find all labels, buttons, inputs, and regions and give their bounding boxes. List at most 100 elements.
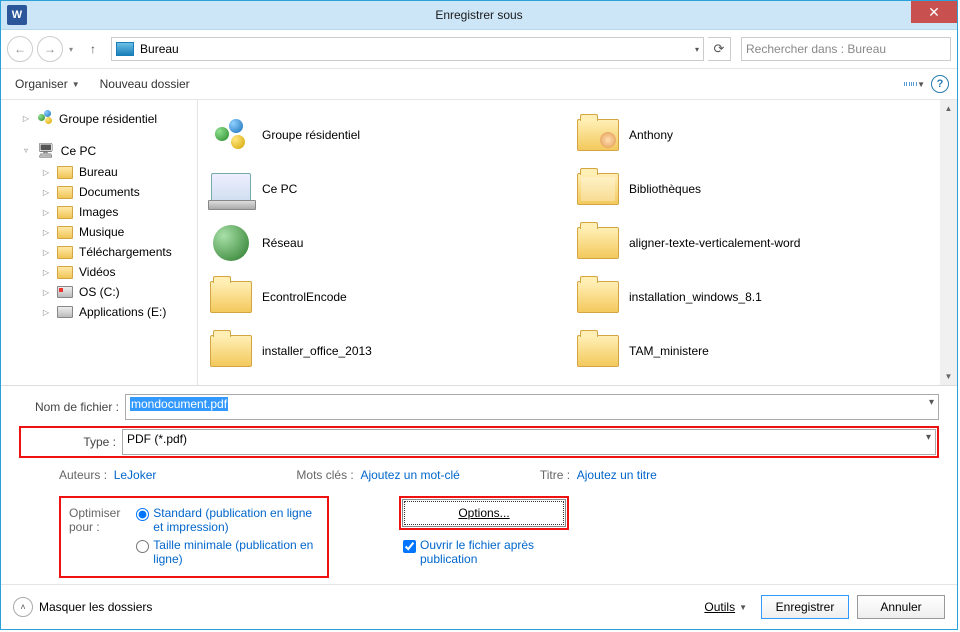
refresh-button[interactable]: ⟳ — [708, 37, 731, 61]
radio-standard-input[interactable] — [136, 508, 149, 521]
folder-icon — [57, 206, 73, 219]
tree-item-telechargements[interactable]: ▷Téléchargements — [1, 242, 197, 262]
tree-label: Bureau — [79, 165, 118, 179]
file-item-network[interactable]: Réseau — [202, 216, 569, 270]
tree-thispc[interactable]: ▿ 🖥 Ce PC — [1, 139, 197, 162]
user-folder-icon — [577, 119, 619, 151]
options-button[interactable]: Options... — [404, 501, 564, 525]
authors-label: Auteurs : — [59, 468, 107, 482]
authors-value[interactable]: LeJoker — [114, 468, 157, 482]
search-input[interactable]: Rechercher dans : Bureau — [741, 37, 951, 61]
address-text: Bureau — [140, 42, 179, 56]
chevron-down-icon: ▼ — [739, 603, 747, 612]
file-item-folder[interactable]: installer_office_2013 — [202, 324, 569, 378]
hide-folders-button[interactable]: ˄ Masquer les dossiers — [13, 597, 152, 617]
open-after-label: Ouvrir le fichier après publication — [420, 538, 560, 566]
filename-row: Nom de fichier : mondocument.pdf — [19, 394, 939, 420]
file-label: installation_windows_8.1 — [629, 290, 762, 304]
address-dropdown-icon[interactable]: ▾ — [695, 45, 699, 54]
collapse-icon: ▿ — [21, 146, 31, 155]
tree-item-musique[interactable]: ▷Musique — [1, 222, 197, 242]
vertical-scrollbar[interactable]: ▲ ▼ — [940, 100, 957, 385]
type-highlight: Type : PDF (*.pdf) — [19, 426, 939, 458]
cancel-button[interactable]: Annuler — [857, 595, 945, 619]
form-area: Nom de fichier : mondocument.pdf Type : … — [1, 386, 957, 584]
open-after-input[interactable] — [403, 540, 416, 553]
tree-item-os-c[interactable]: ▷OS (C:) — [1, 282, 197, 302]
help-button[interactable]: ? — [929, 73, 951, 95]
tree-label: Groupe résidentiel — [59, 112, 157, 126]
explorer-body: ▷ Groupe résidentiel ▿ 🖥 Ce PC ▷Bureau ▷… — [1, 100, 957, 386]
filename-input-wrap: mondocument.pdf — [125, 394, 939, 420]
new-folder-label: Nouveau dossier — [100, 77, 190, 91]
filename-value: mondocument.pdf — [130, 397, 228, 411]
tree-label: Applications (E:) — [79, 305, 166, 319]
file-label: installer_office_2013 — [262, 344, 372, 358]
file-item-folder[interactable]: installation_windows_8.1 — [569, 270, 936, 324]
address-bar[interactable]: Bureau ▾ — [111, 37, 704, 61]
chevron-down-icon: ▼ — [72, 80, 80, 89]
file-label: Groupe résidentiel — [262, 128, 360, 142]
type-combobox[interactable]: PDF (*.pdf) — [122, 429, 936, 455]
view-mode-button[interactable]: ▼ — [903, 73, 925, 95]
optimize-highlight: Optimiser pour : Standard (publication e… — [59, 496, 329, 578]
homegroup-icon — [37, 109, 53, 128]
tree-homegroup[interactable]: ▷ Groupe résidentiel — [1, 106, 197, 131]
tree-label: Vidéos — [79, 265, 115, 279]
close-button[interactable]: ✕ — [911, 1, 957, 23]
scroll-down-icon[interactable]: ▼ — [940, 368, 957, 385]
file-item-folder[interactable]: EcontrolEncode — [202, 270, 569, 324]
file-label: TAM_ministere — [629, 344, 709, 358]
options-area: Optimiser pour : Standard (publication e… — [19, 492, 939, 578]
tree-item-documents[interactable]: ▷Documents — [1, 182, 197, 202]
metadata-row: Auteurs : LeJoker Mots clés : Ajoutez un… — [19, 464, 939, 486]
save-button[interactable]: Enregistrer — [761, 595, 849, 619]
organise-button[interactable]: Organiser ▼ — [7, 74, 88, 94]
file-label: Anthony — [629, 128, 673, 142]
radio-minimal-label: Taille minimale (publication en ligne) — [153, 538, 319, 566]
new-folder-button[interactable]: Nouveau dossier — [92, 74, 198, 94]
pc-icon — [211, 173, 251, 205]
tools-label: Outils — [704, 600, 735, 614]
back-button[interactable]: ← — [7, 36, 33, 62]
organise-label: Organiser — [15, 77, 68, 91]
history-dropdown[interactable]: ▾ — [67, 45, 75, 54]
tree-label: OS (C:) — [79, 285, 120, 299]
file-label: aligner-texte-verticalement-word — [629, 236, 800, 250]
help-icon: ? — [931, 75, 949, 93]
tree-item-videos[interactable]: ▷Vidéos — [1, 262, 197, 282]
folder-icon — [57, 246, 73, 259]
file-item-thispc[interactable]: Ce PC — [202, 162, 569, 216]
radio-standard[interactable]: Standard (publication en ligne et impres… — [136, 506, 319, 534]
open-after-checkbox[interactable]: Ouvrir le fichier après publication — [399, 538, 560, 566]
radio-minimal[interactable]: Taille minimale (publication en ligne) — [136, 538, 319, 566]
tree-item-apps-e[interactable]: ▷Applications (E:) — [1, 302, 197, 322]
file-item-folder[interactable]: TAM_ministere — [569, 324, 936, 378]
folder-icon — [210, 281, 252, 313]
file-item-homegroup[interactable]: Groupe résidentiel — [202, 108, 569, 162]
file-item-userfolder[interactable]: Anthony — [569, 108, 936, 162]
tools-dropdown[interactable]: Outils ▼ — [698, 598, 753, 616]
scroll-up-icon[interactable]: ▲ — [940, 100, 957, 117]
toolbar: Organiser ▼ Nouveau dossier ▼ ? — [1, 68, 957, 100]
forward-button[interactable]: → — [37, 36, 63, 62]
file-item-libraries[interactable]: Bibliothèques — [569, 162, 936, 216]
keywords-value[interactable]: Ajoutez un mot-clé — [360, 468, 459, 482]
filename-input[interactable] — [125, 394, 939, 420]
pc-icon: 🖥 — [37, 142, 55, 159]
folder-icon — [577, 227, 619, 259]
word-icon: W — [7, 5, 27, 25]
file-label: Réseau — [262, 236, 303, 250]
title-value[interactable]: Ajoutez un titre — [577, 468, 657, 482]
up-button[interactable]: ↑ — [85, 41, 101, 57]
window-title: Enregistrer sous — [1, 8, 957, 22]
tree-item-bureau[interactable]: ▷Bureau — [1, 162, 197, 182]
radio-minimal-input[interactable] — [136, 540, 149, 553]
tree-label: Téléchargements — [79, 245, 172, 259]
file-item-folder[interactable]: aligner-texte-verticalement-word — [569, 216, 936, 270]
tree-item-images[interactable]: ▷Images — [1, 202, 197, 222]
navbar: ← → ▾ ↑ Bureau ▾ ⟳ Rechercher dans : Bur… — [1, 30, 957, 68]
folder-icon — [57, 266, 73, 279]
file-list: Groupe résidentiel Ce PC Réseau Econtrol… — [198, 100, 940, 385]
drive-icon — [57, 306, 73, 318]
